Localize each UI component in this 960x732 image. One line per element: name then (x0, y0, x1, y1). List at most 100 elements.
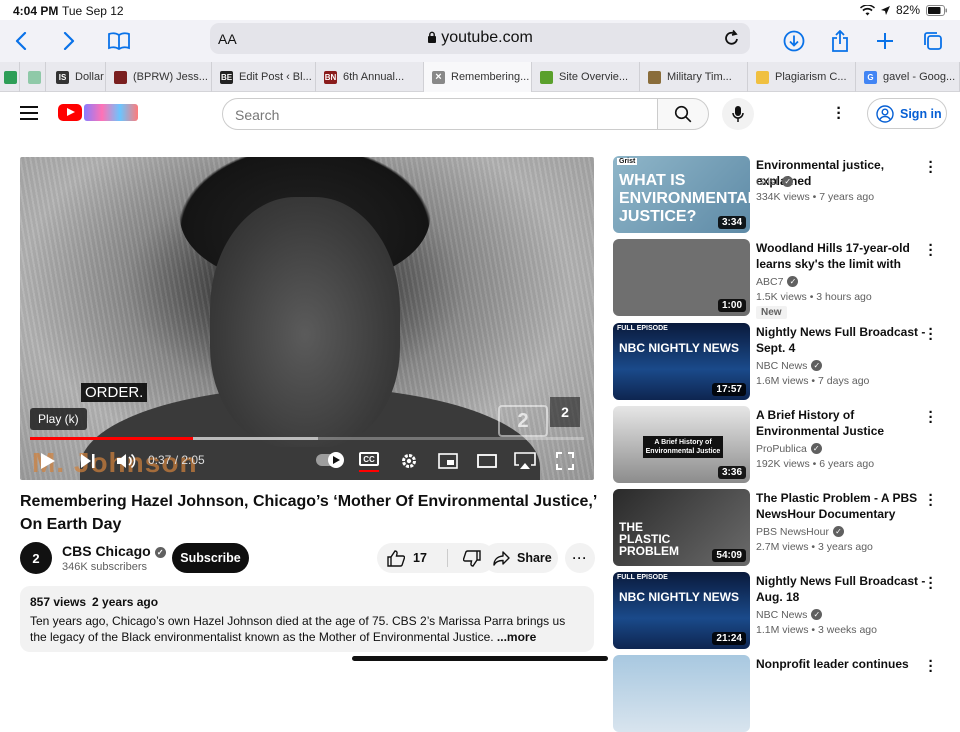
tab-favicon-icon (540, 70, 553, 84)
browser-tab[interactable]: Military Tim... (640, 62, 748, 92)
verified-check-icon: ✓ (810, 443, 822, 454)
forward-button[interactable] (56, 28, 82, 54)
tab-favicon-icon (4, 70, 17, 84)
search-button[interactable] (657, 98, 709, 130)
back-button[interactable] (8, 28, 34, 54)
recommendation-title[interactable]: A Brief History of Environmental Justice (756, 407, 931, 439)
hamburger-menu-icon[interactable] (20, 106, 38, 124)
recommendation-card[interactable]: A Brief History of Environmental Justice… (613, 405, 953, 483)
search-input[interactable] (235, 107, 635, 123)
recommendation-thumbnail[interactable]: Grist WHAT IS ENVIRONMENTAL JUSTICE? 3:34 (613, 156, 750, 233)
url-text: youtube.com (210, 29, 750, 47)
downloads-button[interactable] (781, 28, 807, 54)
tab-favicon-icon (114, 70, 127, 84)
next-button[interactable] (76, 449, 100, 473)
recommendation-card[interactable]: 1:00 Woodland Hills 17-year-old learns sk… (613, 238, 953, 319)
browser-tab[interactable]: IS Dollar (48, 62, 106, 92)
subtitles-button[interactable]: CC (359, 452, 379, 466)
share-button[interactable]: Share (483, 543, 558, 573)
recommendation-thumbnail[interactable]: FULL EPISODE NBC NIGHTLY NEWS 21:24 (613, 572, 750, 649)
recommendation-channel[interactable]: NBC News (756, 609, 807, 621)
miniplayer-button[interactable] (436, 449, 460, 473)
more-actions-button[interactable]: ··· (565, 543, 595, 573)
browser-tab[interactable]: Site Overvie... (532, 62, 640, 92)
more-options-icon[interactable]: · · · (926, 571, 936, 596)
browser-tab[interactable]: Plagiarism C... (748, 62, 856, 92)
video-duration: 54:09 (712, 549, 746, 562)
subscribe-button[interactable]: Subscribe (172, 543, 249, 573)
voice-search-button[interactable] (722, 98, 754, 130)
recommendation-card[interactable]: Grist WHAT IS ENVIRONMENTAL JUSTICE? 3:34 E… (613, 155, 953, 233)
tab-label: gavel - Goog... (883, 71, 956, 83)
recommendation-thumbnail[interactable]: A Brief History of Environmental Justice… (613, 406, 750, 483)
channel-name[interactable]: CBS Chicago (62, 543, 151, 559)
station-watermark: 2 (498, 405, 548, 437)
recommendation-title[interactable]: The Plastic Problem - A PBS NewsHour Doc… (756, 490, 931, 522)
recommendation-channel[interactable]: ABC7 (756, 276, 783, 288)
video-duration: 3:34 (717, 216, 746, 229)
settings-more-icon[interactable]: · · · (834, 101, 844, 127)
tab-label: Dollar (75, 71, 104, 83)
recommendation-card[interactable]: THE PLASTIC PROBLEM 54:09 The Plastic Prob… (613, 488, 953, 566)
new-tab-button[interactable] (872, 28, 898, 54)
tab-label: Remembering... (451, 71, 530, 83)
browser-tab[interactable]: BE Edit Post ‹ Bl... (212, 62, 316, 92)
recommendation-title[interactable]: Nonprofit leader continues (756, 656, 931, 672)
recommendation-title[interactable]: Nightly News Full Broadcast - Sept. 4 (756, 324, 931, 356)
tab-overview-button[interactable] (920, 28, 946, 54)
browser-tab[interactable]: BN 6th Annual... (316, 62, 424, 92)
verified-check-icon: ✓ (154, 547, 166, 558)
more-options-icon[interactable]: · · · (926, 155, 936, 180)
video-subject-face (210, 197, 400, 447)
browser-tab[interactable] (24, 62, 46, 92)
recommendation-card[interactable]: FULL EPISODE NBC NIGHTLY NEWS 17:57 Nightly… (613, 322, 953, 400)
recommendation-meta: 192K views • 6 years ago (756, 458, 875, 470)
share-button-safari[interactable] (827, 28, 853, 54)
reload-button[interactable] (724, 29, 740, 51)
volume-button[interactable] (114, 449, 138, 473)
sign-in-button[interactable]: Sign in (867, 98, 947, 129)
more-options-icon[interactable]: · · · (926, 488, 936, 513)
settings-button[interactable] (398, 449, 420, 473)
recommendation-channel[interactable]: NBC News (756, 360, 807, 372)
browser-tab[interactable]: Ggavel - Goog... (856, 62, 960, 92)
browser-tab[interactable]: × Remembering... (424, 62, 532, 92)
autoplay-toggle[interactable] (316, 452, 344, 468)
thumbnail-text: THE PLASTIC PROBLEM (619, 520, 679, 558)
recommendation-title[interactable]: Woodland Hills 17-year-old learns sky's … (756, 240, 931, 272)
download-icon (783, 30, 805, 52)
recommendation-title[interactable]: Nightly News Full Broadcast - Aug. 18 (756, 573, 931, 605)
browser-tab[interactable]: (BPRW) Jess... (106, 62, 212, 92)
channel-avatar[interactable]: 2 (20, 542, 52, 574)
status-time: 4:04 PM (13, 4, 59, 18)
bookmarks-button[interactable] (106, 28, 132, 54)
tab-favicon-icon: × (432, 70, 445, 84)
more-options-icon[interactable]: · · · (926, 322, 936, 347)
more-options-icon[interactable]: · · · (926, 238, 936, 263)
verified-check-icon: ✓ (811, 609, 823, 620)
airplay-button[interactable] (513, 449, 537, 473)
youtube-logo[interactable] (58, 104, 82, 121)
more-options-icon[interactable]: · · · (926, 405, 936, 430)
fullscreen-button[interactable] (553, 449, 577, 473)
browser-tab[interactable] (0, 62, 20, 92)
progress-bar[interactable] (30, 437, 584, 440)
video-player[interactable]: ORDER. M. Johnson 2 2 Play (k) 0:37 / 2:… (20, 157, 594, 480)
recommendation-thumbnail[interactable]: 1:00 (613, 239, 750, 316)
theater-mode-button[interactable] (475, 449, 499, 473)
show-more-link[interactable]: ...more (497, 630, 536, 644)
recommendation-card[interactable]: FULL EPISODE NBC NIGHTLY NEWS 21:24 Nightly… (613, 571, 953, 649)
recommendation-channel[interactable]: ProPublica (756, 443, 807, 455)
play-button[interactable] (36, 449, 60, 473)
time-display: 0:37 / 2:05 (148, 453, 205, 467)
description-box[interactable]: 857 views 2 years ago Ten years ago, Chic… (20, 586, 594, 652)
youtube-doodle[interactable] (84, 104, 138, 121)
theater-icon (477, 454, 497, 468)
address-bar[interactable]: AA youtube.com (210, 23, 750, 54)
recommendation-channel[interactable]: Grist (756, 176, 778, 188)
like-button[interactable]: 17 (377, 543, 447, 573)
recommendation-channel[interactable]: PBS NewsHour (756, 526, 829, 538)
recommendation-thumbnail[interactable]: THE PLASTIC PROBLEM 54:09 (613, 489, 750, 566)
recommendation-thumbnail[interactable]: FULL EPISODE NBC NIGHTLY NEWS 17:57 (613, 323, 750, 400)
lock-icon (428, 31, 437, 43)
